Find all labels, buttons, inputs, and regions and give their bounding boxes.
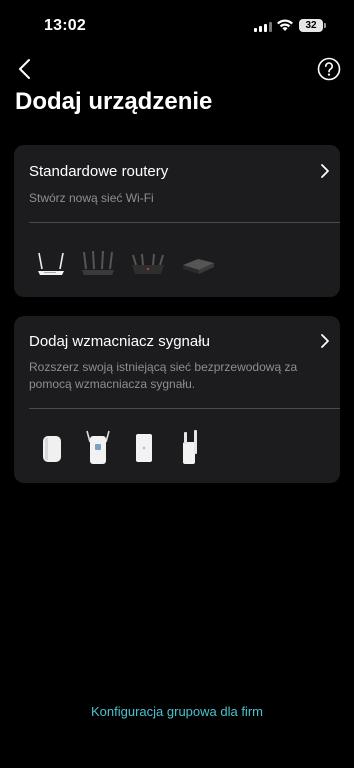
card-subtitle: Rozszerz swoją istniejącą sieć bezprzewo… (29, 360, 298, 391)
extender-slim-icon (136, 434, 152, 462)
divider (29, 222, 340, 223)
router-black-four-antennas-icon (82, 250, 114, 275)
question-circle-icon (317, 57, 341, 81)
router-flat-box-icon (183, 259, 214, 274)
page-title: Dodaj urządzenie (15, 88, 213, 115)
back-button[interactable] (14, 57, 36, 81)
wifi-icon (277, 19, 293, 31)
extender-compact-icon (43, 436, 61, 462)
help-button[interactable] (317, 57, 341, 81)
router-device-images (36, 245, 216, 279)
chevron-left-icon (19, 59, 30, 79)
range-extender-card[interactable]: Dodaj wzmacniacz sygnału Rozszerz swoją … (14, 316, 340, 483)
standard-routers-card[interactable]: Standardowe routery Stwórz nową sieć Wi-… (14, 145, 340, 297)
status-bar: 13:02 32 (0, 0, 354, 52)
extender-tall-antenna-icon (183, 430, 197, 464)
chevron-right-icon (321, 164, 329, 178)
business-group-setup-link[interactable]: Konfiguracja grupowa dla firm (0, 704, 354, 719)
extender-dual-antenna-icon (86, 430, 110, 464)
divider (29, 408, 340, 409)
router-white-antennas-icon (38, 252, 64, 275)
battery-icon: 32 (299, 19, 326, 32)
card-subtitle: Stwórz nową sieć Wi-Fi (29, 191, 154, 205)
chevron-right-icon (321, 334, 329, 348)
card-title: Standardowe routery (29, 163, 169, 180)
card-title: Dodaj wzmacniacz sygnału (29, 333, 210, 350)
status-time: 13:02 (44, 17, 86, 34)
cellular-signal-icon (254, 21, 272, 32)
extender-device-images (40, 428, 202, 466)
router-gaming-icon (132, 253, 164, 274)
